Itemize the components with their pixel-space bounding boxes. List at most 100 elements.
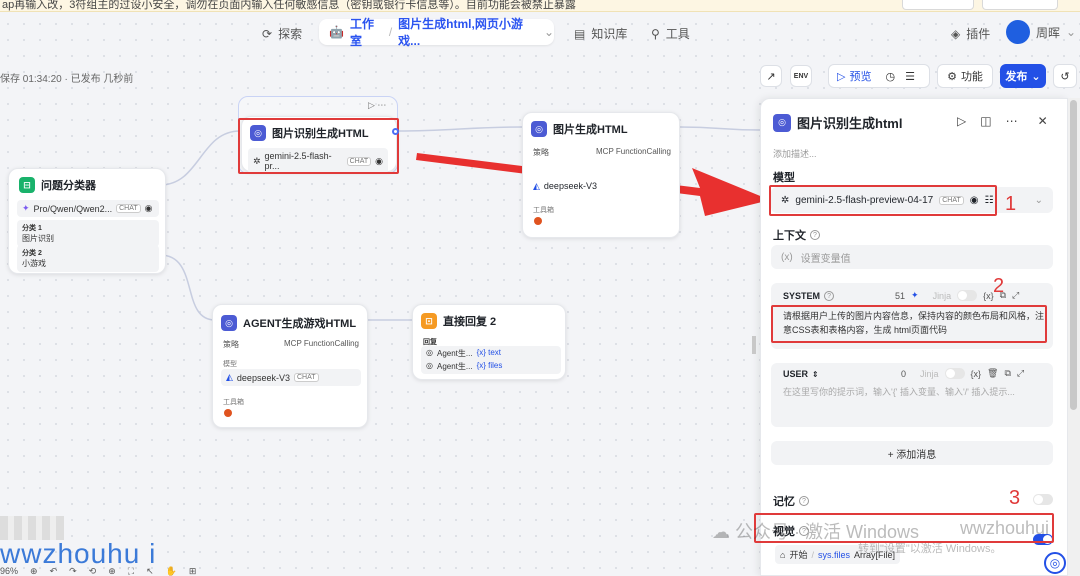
expand-icon[interactable]: ⤢ [1012, 290, 1019, 301]
copy-icon[interactable]: ⧉ [1004, 368, 1010, 379]
node-image-gen-html[interactable]: ◎ 图片生成HTML 策略 MCP FunctionCalling ◭ deep… [522, 112, 680, 238]
user-char-count: 0 [901, 368, 907, 379]
tool-icon [224, 409, 232, 417]
classifier-model: ✦ Pro/Qwen/Qwen2... CHAT ◉ [17, 200, 159, 217]
user-prompt-box: USER ⇕ 0 Jinja {x} 🗑 ⧉ ⤢ 在这里写你的提示词，输入'{'… [771, 363, 1053, 427]
class-2-value: 小游戏 [22, 259, 46, 268]
annotation-number-1: 1 [1005, 193, 1017, 215]
eye-icon: ◉ [144, 203, 153, 213]
description-input[interactable]: 添加描述... [773, 147, 817, 160]
close-icon[interactable]: ✕ [1038, 114, 1048, 128]
strategy-value: MCP FunctionCalling [596, 147, 671, 156]
var-name: sys.files [817, 549, 850, 560]
add-node-icon[interactable]: ⊕ [108, 566, 116, 576]
run-icon[interactable]: ▷ [957, 114, 966, 128]
jinja-toggle[interactable] [944, 368, 965, 379]
classifier-icon: ⊟ [19, 177, 35, 193]
model-tag: CHAT [116, 204, 141, 213]
jinja-label: Jinja [920, 368, 939, 379]
expand-icon[interactable]: ⤢ [1017, 368, 1024, 379]
model-name: Pro/Qwen/Qwen2... [33, 203, 113, 214]
scrollbar-thumb[interactable] [1070, 100, 1077, 410]
reply-item-1: Agent生... [436, 349, 473, 358]
model-section-label: 模型 [773, 172, 795, 184]
tool-icon [534, 217, 542, 225]
more-icon[interactable]: ⋯ [1006, 114, 1018, 128]
redo-icon[interactable]: ↷ [69, 566, 77, 576]
node-title: AGENT生成游戏HTML [243, 318, 357, 330]
reply-var-1: {x} text [476, 348, 502, 357]
strategy-row: 策略 MCP FunctionCalling [223, 339, 359, 350]
chevron-down-icon: ⌄ [1034, 194, 1043, 206]
tools-label: 工具箱 [223, 399, 244, 406]
strategy-label: 策略 [533, 148, 549, 157]
strategy-value: MCP FunctionCalling [284, 339, 359, 348]
node-agent-game-html[interactable]: ◎ AGENT生成游戏HTML 策略 MCP FunctionCalling 模… [212, 304, 368, 428]
zoom-in-icon[interactable]: ⊕ [30, 566, 38, 576]
strategy-label: 策略 [223, 340, 239, 349]
hand-icon[interactable]: ✋ [166, 566, 177, 576]
agent-icon: ◎ [531, 121, 547, 137]
agent-game-model: ◭ deepseek-V3 CHAT [221, 369, 361, 386]
memory-toggle[interactable] [1033, 494, 1053, 505]
help-icon[interactable]: ? [824, 291, 835, 301]
add-message-button[interactable]: + 添加消息 [771, 441, 1053, 465]
class-1-value: 图片识别 [22, 234, 54, 243]
jinja-toggle[interactable] [957, 290, 978, 301]
jinja-label: Jinja [932, 290, 952, 301]
model-tag: CHAT [293, 373, 319, 382]
var-source: 开始 [789, 550, 808, 560]
delete-icon[interactable]: 🗑 [987, 368, 998, 379]
annotation-number-3: 3 [1009, 487, 1021, 509]
pointer-icon[interactable]: ↖ [146, 566, 154, 576]
history-icon[interactable]: ⟲ [89, 566, 97, 576]
node-direct-reply[interactable]: ⊡ 直接回复 2 回复 ◎ Agent生... {x} text ◎ Agent生..… [412, 304, 566, 380]
panel-title[interactable]: 图片识别生成html [797, 113, 902, 132]
layout-icon[interactable]: ⊞ [189, 566, 197, 576]
reply-var-2: {x} files [476, 361, 503, 370]
home-icon: ⌂ [780, 549, 786, 560]
img-gen-model: ◭ deepseek-V3 [533, 181, 597, 192]
output-port[interactable] [392, 128, 399, 135]
node-question-classifier[interactable]: ⊟ 问题分类器 ✦ Pro/Qwen/Qwen2... CHAT ◉ 分类 1 … [8, 168, 166, 274]
help-icon[interactable]: ? [810, 230, 820, 240]
annotation-number-2: 2 [993, 275, 1005, 297]
annotation-box-node [238, 118, 399, 174]
memory-label: 记忆 [773, 496, 795, 508]
node-title: 图片生成HTML [553, 124, 628, 136]
blurred-logo [0, 516, 64, 540]
class-2-label: 分类 2 [22, 250, 42, 257]
variable-icon[interactable]: {x} [971, 369, 982, 379]
help-bot-button[interactable]: ◎ [1044, 552, 1066, 574]
context-label: 上下文 [773, 230, 806, 242]
watermark-user: wwzhouhui [960, 518, 1050, 538]
help-icon[interactable]: ? [799, 496, 809, 506]
reply-content: ◎ Agent生... {x} text ◎ Agent生... {x} files [421, 346, 561, 374]
strategy-row: 策略 MCP FunctionCalling [533, 147, 671, 158]
model-name: deepseek-V3 [543, 181, 597, 191]
fit-icon[interactable]: ⛶ [128, 566, 134, 576]
node-title: 直接回复 2 [443, 316, 497, 328]
node-config-panel: ◎ 图片识别生成html ▷ ◫ ⋯ ✕ 添加描述... 模型 ✲ gemini… [754, 98, 1068, 576]
panel-resize-handle[interactable] [752, 336, 756, 354]
sort-icon[interactable]: ⇕ [812, 370, 819, 379]
activate-windows-text: 转到"设置"以激活 Windows。 [858, 543, 1002, 555]
sparkle-icon[interactable]: ✦ [911, 290, 919, 301]
user-label: USER [783, 369, 809, 379]
context-input[interactable]: (x) 设置变量值 [771, 245, 1053, 269]
class-1-label: 分类 1 [22, 225, 42, 232]
panel-actions: ▷ ◫ ⋯ ✕ [957, 114, 1048, 128]
user-tools: 0 Jinja {x} 🗑 ⧉ ⤢ [901, 368, 1024, 379]
docs-icon[interactable]: ◫ [980, 114, 991, 128]
node-actions[interactable]: ▷ ⋯ [368, 100, 386, 111]
model-icon: ✦ [22, 203, 30, 213]
tools-label: 工具箱 [533, 207, 554, 214]
undo-icon[interactable]: ↶ [50, 566, 58, 576]
agent-icon: ◎ [221, 315, 237, 331]
system-label: SYSTEM [783, 291, 821, 301]
zoom-level[interactable]: 96% [0, 566, 18, 576]
system-char-count: 51 [895, 290, 906, 301]
deepseek-icon: ◭ [226, 372, 233, 382]
user-prompt-input[interactable]: 在这里写你的提示词，输入'{' 插入变量、输入'/' 插入提示... [783, 385, 1045, 398]
agent-icon: ◎ [426, 361, 433, 370]
